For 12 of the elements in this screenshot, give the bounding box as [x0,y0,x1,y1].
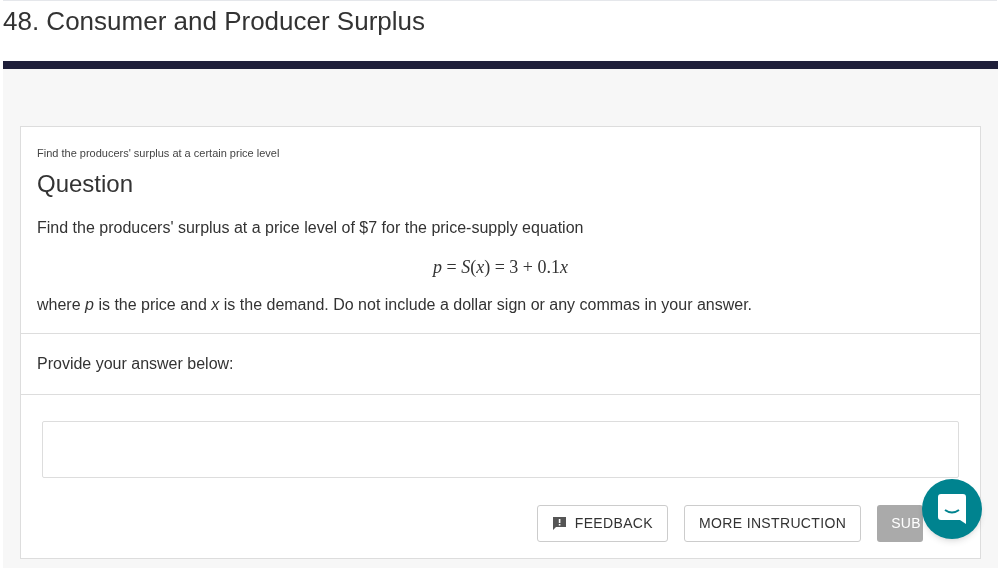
question-heading: Question [37,168,134,199]
answer-field[interactable] [42,420,959,478]
question-note: where p is the price and x is the demand. Do not include a dollar sign or any commas in your answer. [37,294,753,315]
question-text: Find the producers' surplus at a price level of $7 for the price-supply equation [37,217,584,238]
instruction-button[interactable]: MORE INSTRUCTION [684,504,862,542]
answer-prompt: Provide your answer below: [37,353,234,374]
chat-icon [938,494,966,524]
question-subtitle: Find the producers' surplus at a certain price level [37,146,280,161]
page-title: 48. Consumer and Producer Surplus [3,5,425,38]
feedback-button[interactable]: FEEDBACK [536,504,668,542]
feedback-icon [551,515,567,531]
formula: p = S(x) = 3 + 0.1x [433,255,568,279]
